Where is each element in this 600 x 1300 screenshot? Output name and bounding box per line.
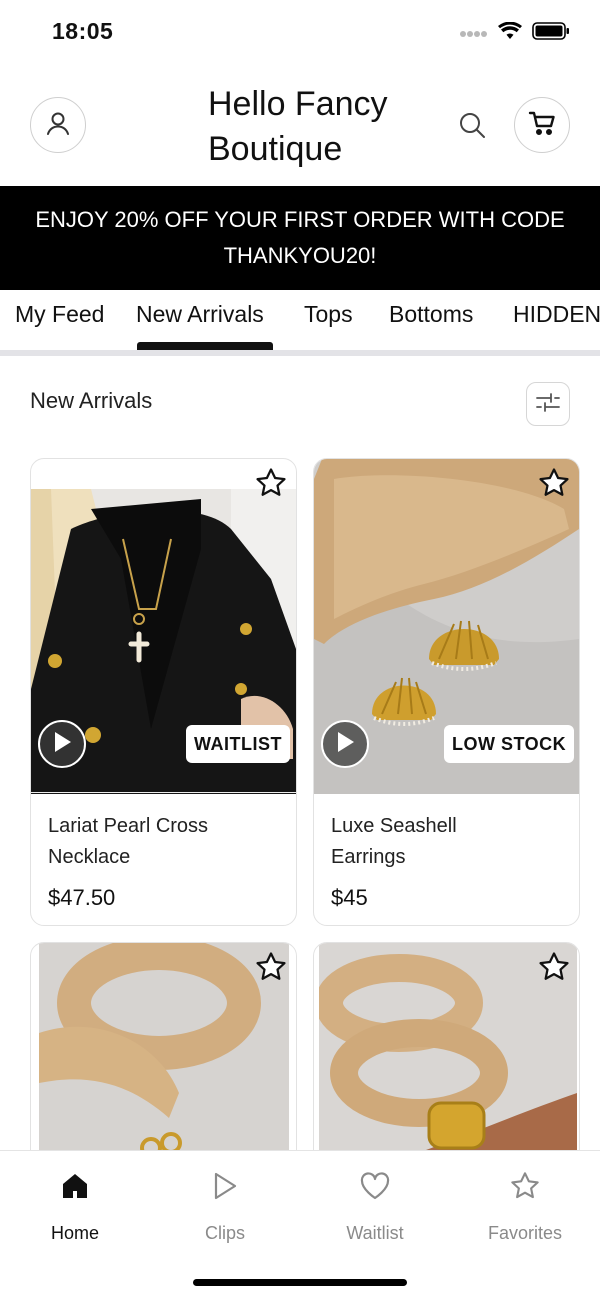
product-name: Luxe Seashell Earrings bbox=[331, 811, 457, 873]
heart-icon bbox=[315, 1169, 435, 1203]
star-icon bbox=[537, 466, 571, 505]
stock-badge: WAITLIST bbox=[186, 725, 290, 763]
card-divider bbox=[31, 792, 296, 793]
product-card[interactable]: WAITLIST Lariat Pearl Cross Necklace $47… bbox=[30, 458, 297, 926]
store-title-line1: Hello Fancy bbox=[208, 85, 388, 123]
cart-button[interactable] bbox=[514, 97, 570, 153]
bottom-navigation: Home Clips Waitlist Favorites bbox=[0, 1150, 600, 1300]
product-price: $47.50 bbox=[48, 885, 116, 910]
star-icon bbox=[537, 950, 571, 989]
nav-favorites[interactable]: Favorites bbox=[465, 1169, 585, 1244]
signal-dots-icon bbox=[460, 25, 488, 43]
tab-tops[interactable]: Tops bbox=[304, 301, 353, 328]
product-name: Lariat Pearl Cross Necklace bbox=[48, 811, 208, 873]
product-price: $45 bbox=[331, 885, 368, 910]
tabs-divider bbox=[0, 350, 600, 356]
stock-badge: LOW STOCK bbox=[444, 725, 575, 763]
favorite-star-button[interactable] bbox=[253, 467, 289, 503]
nav-clips-label: Clips bbox=[204, 1223, 245, 1243]
play-icon bbox=[165, 1169, 285, 1203]
tab-bottoms[interactable]: Bottoms bbox=[389, 301, 473, 328]
favorite-star-button[interactable] bbox=[536, 467, 572, 503]
cart-icon bbox=[528, 109, 556, 142]
filter-icon bbox=[535, 391, 561, 418]
user-icon bbox=[45, 110, 71, 141]
search-icon bbox=[457, 113, 487, 144]
promo-banner[interactable]: ENJOY 20% OFF YOUR FIRST ORDER WITH CODE… bbox=[0, 186, 600, 290]
search-button[interactable] bbox=[457, 110, 487, 140]
home-icon bbox=[15, 1169, 135, 1203]
tab-my-feed[interactable]: My Feed bbox=[15, 301, 104, 328]
battery-icon bbox=[532, 22, 570, 45]
section-title: New Arrivals bbox=[30, 388, 153, 413]
favorite-star-button[interactable] bbox=[253, 951, 289, 987]
play-icon bbox=[335, 731, 355, 758]
profile-button[interactable] bbox=[30, 97, 86, 153]
tab-hidden[interactable]: HIDDEN bbox=[513, 301, 600, 328]
favorite-star-button[interactable] bbox=[536, 951, 572, 987]
tab-new-arrivals[interactable]: New Arrivals bbox=[136, 301, 264, 328]
product-name-line1: Luxe Seashell bbox=[331, 815, 457, 837]
play-icon bbox=[52, 731, 72, 758]
active-tab-indicator bbox=[137, 342, 273, 350]
category-tabs: My Feed New Arrivals Tops Bottoms HIDDEN bbox=[0, 290, 600, 354]
nav-home-label: Home bbox=[50, 1223, 99, 1243]
product-card[interactable]: LOW STOCK Luxe Seashell Earrings $45 bbox=[313, 458, 580, 926]
nav-waitlist-label: Waitlist bbox=[346, 1223, 404, 1243]
nav-waitlist[interactable]: Waitlist bbox=[315, 1169, 435, 1244]
star-icon bbox=[465, 1169, 585, 1203]
star-icon bbox=[254, 466, 288, 505]
product-name-line2: Necklace bbox=[48, 846, 131, 868]
play-video-button[interactable] bbox=[321, 720, 369, 768]
filter-button[interactable] bbox=[526, 382, 570, 426]
home-indicator bbox=[193, 1279, 407, 1286]
status-time: 18:05 bbox=[52, 18, 114, 44]
product-name-line1: Lariat Pearl Cross bbox=[48, 815, 209, 837]
product-name-line2: Earrings bbox=[331, 846, 406, 868]
play-video-button[interactable] bbox=[38, 720, 86, 768]
status-indicators bbox=[460, 21, 570, 45]
store-title-line2: Boutique bbox=[208, 130, 343, 168]
store-title: Hello Fancy Boutique bbox=[208, 82, 388, 172]
wifi-icon bbox=[498, 21, 522, 45]
promo-text: ENJOY 20% OFF YOUR FIRST ORDER WITH CODE… bbox=[35, 207, 565, 268]
nav-favorites-label: Favorites bbox=[487, 1223, 563, 1243]
nav-clips[interactable]: Clips bbox=[165, 1169, 285, 1244]
nav-home[interactable]: Home bbox=[15, 1169, 135, 1244]
star-icon bbox=[254, 950, 288, 989]
